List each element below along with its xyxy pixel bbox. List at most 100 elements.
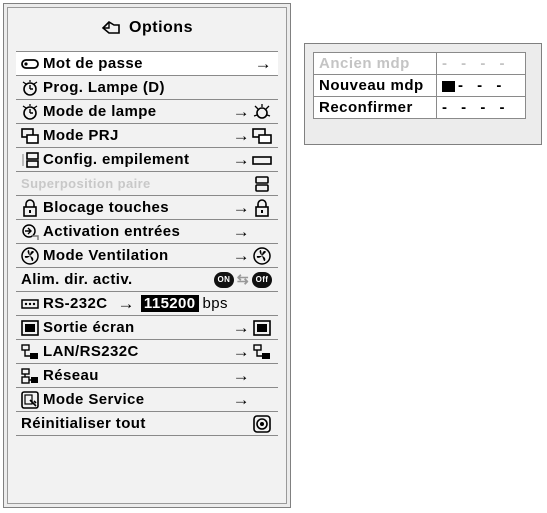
password-row-label: Nouveau mdp [313, 74, 437, 97]
menu-item-alim-dir-activ[interactable]: Alim. dir. activ. ON ⇆ Off [16, 268, 278, 292]
menu-item-label: Réseau [43, 367, 99, 384]
key-icon [21, 58, 39, 69]
options-title-text: Options [129, 19, 193, 36]
password-row-value: - - - [458, 77, 507, 94]
password-row-reconfirmer[interactable]: Reconfirmer - - - - [313, 96, 526, 119]
menu-item-right: → [233, 388, 272, 411]
menu-item-label: Blocage touches [43, 199, 170, 216]
password-table: Ancien mdp - - - - Nouveau mdp - - - Rec… [313, 52, 526, 119]
arrow-right-icon: → [232, 245, 250, 265]
menu-item-label: Sortie écran [43, 319, 135, 336]
network-icon [21, 367, 38, 384]
menu-item-right [252, 172, 272, 195]
menu-item-superposition-paire[interactable]: Superposition paire [16, 172, 278, 196]
monitor-out-icon [21, 319, 39, 336]
options-list: Mot de passe → Prog. Lampe (D) Mode de l… [16, 51, 278, 436]
menu-item-right [252, 412, 272, 435]
reset-icon [253, 414, 271, 433]
arrow-right-icon: → [232, 125, 250, 145]
menu-item-right: → [233, 148, 272, 171]
lan-rs232c-icon [253, 343, 270, 359]
menu-item-right: → [233, 124, 272, 147]
menu-item-right: → [255, 52, 272, 75]
input-cursor-icon [442, 80, 455, 92]
lamp-timer-icon [22, 103, 38, 120]
menu-item-label: Mode Service [43, 391, 145, 408]
baud-rate-unit: bps [202, 295, 228, 312]
stack-rect-icon [252, 155, 272, 165]
password-row-value[interactable]: - - - - [436, 52, 526, 75]
arrow-right-icon: → [232, 197, 250, 217]
password-row-label: Reconfirmer [313, 96, 437, 119]
service-mode-icon [21, 390, 39, 409]
menu-item-right: → [233, 340, 272, 363]
menu-item-label: Config. empilement [43, 151, 190, 168]
baud-rate-value[interactable]: 115200 [140, 295, 199, 312]
menu-item-activation-entrees[interactable]: Activation entrées → [16, 220, 278, 244]
arrow-right-icon: → [232, 317, 250, 337]
arrow-right-icon: → [254, 53, 272, 73]
menu-item-mode-ventilation[interactable]: Mode Ventilation → [16, 244, 278, 268]
menu-item-right: → [233, 220, 272, 243]
options-menu-panel: Options Mot de passe → Prog. Lampe (D) M… [3, 3, 291, 508]
menu-item-right: → [233, 244, 272, 267]
lan-rs232c-icon [21, 343, 38, 359]
rs232c-port-icon [21, 298, 39, 309]
toggle-off-icon: Off [252, 271, 272, 288]
stack-setup-icon [22, 151, 39, 168]
input-activation-icon [22, 223, 39, 240]
toggle-on-icon: ON [213, 271, 234, 288]
password-row-ancien[interactable]: Ancien mdp - - - - [313, 52, 526, 75]
menu-item-right: → [233, 196, 272, 219]
menu-item-blocage-touches[interactable]: Blocage touches → [16, 196, 278, 220]
arrow-right-icon: → [232, 221, 250, 241]
menu-item-prog-lampe[interactable]: Prog. Lampe (D) [16, 76, 278, 100]
lamp-mode-icon [253, 103, 271, 119]
menu-item-mot-de-passe[interactable]: Mot de passe → [16, 52, 278, 76]
menu-item-reinitialiser-tout[interactable]: Réinitialiser tout [16, 412, 278, 436]
options-icon [101, 20, 120, 34]
fan-icon [253, 246, 271, 265]
arrow-right-icon: → [232, 341, 250, 361]
menu-item-label: Mode PRJ [43, 127, 119, 144]
lamp-timer-icon [22, 79, 38, 96]
menu-item-right: ON ⇆ Off [213, 268, 272, 291]
menu-item-reseau[interactable]: Réseau → [16, 364, 278, 388]
menu-item-label: Alim. dir. activ. [21, 271, 133, 288]
menu-item-label: Activation entrées [43, 223, 181, 240]
menu-item-label: Mot de passe [43, 55, 143, 72]
menu-item-mode-de-lampe[interactable]: Mode de lampe → [16, 100, 278, 124]
stack-pair-icon [255, 175, 269, 192]
menu-item-sortie-ecran[interactable]: Sortie écran → [16, 316, 278, 340]
projection-mode-icon [252, 127, 272, 144]
menu-item-mode-prj[interactable]: Mode PRJ → [16, 124, 278, 148]
menu-item-label: Prog. Lampe (D) [43, 79, 165, 96]
password-row-value[interactable]: - - - - [436, 96, 526, 119]
arrow-right-icon: → [232, 101, 250, 121]
menu-item-rs232c[interactable]: RS-232C → 115200 bps [16, 292, 278, 316]
arrow-right-icon: → [117, 293, 135, 313]
menu-item-right: → [233, 364, 272, 387]
fan-icon [21, 246, 39, 265]
menu-item-label: Mode Ventilation [43, 247, 169, 264]
swap-arrows-icon: ⇆ [236, 271, 249, 287]
password-row-value-cell[interactable]: - - - [436, 74, 526, 97]
menu-item-label: Mode de lampe [43, 103, 157, 120]
padlock-icon [255, 198, 269, 217]
menu-item-config-empilement[interactable]: Config. empilement → [16, 148, 278, 172]
password-row-label: Ancien mdp [313, 52, 437, 75]
menu-item-label: LAN/RS232C [43, 343, 139, 360]
menu-item-label: RS-232C [43, 295, 108, 312]
arrow-right-icon: → [232, 389, 250, 409]
menu-item-label: Superposition paire [21, 176, 151, 191]
options-menu-frame: Options Mot de passe → Prog. Lampe (D) M… [7, 7, 287, 504]
menu-item-lan-rs232c[interactable]: LAN/RS232C → [16, 340, 278, 364]
menu-item-label: Réinitialiser tout [21, 415, 146, 432]
menu-item-mode-service[interactable]: Mode Service → [16, 388, 278, 412]
password-row-nouveau[interactable]: Nouveau mdp - - - [313, 74, 526, 97]
arrow-right-icon: → [232, 149, 250, 169]
padlock-icon [23, 198, 37, 217]
options-title: Options [8, 12, 286, 44]
projection-mode-icon [21, 127, 39, 144]
menu-item-right: → [233, 316, 272, 339]
